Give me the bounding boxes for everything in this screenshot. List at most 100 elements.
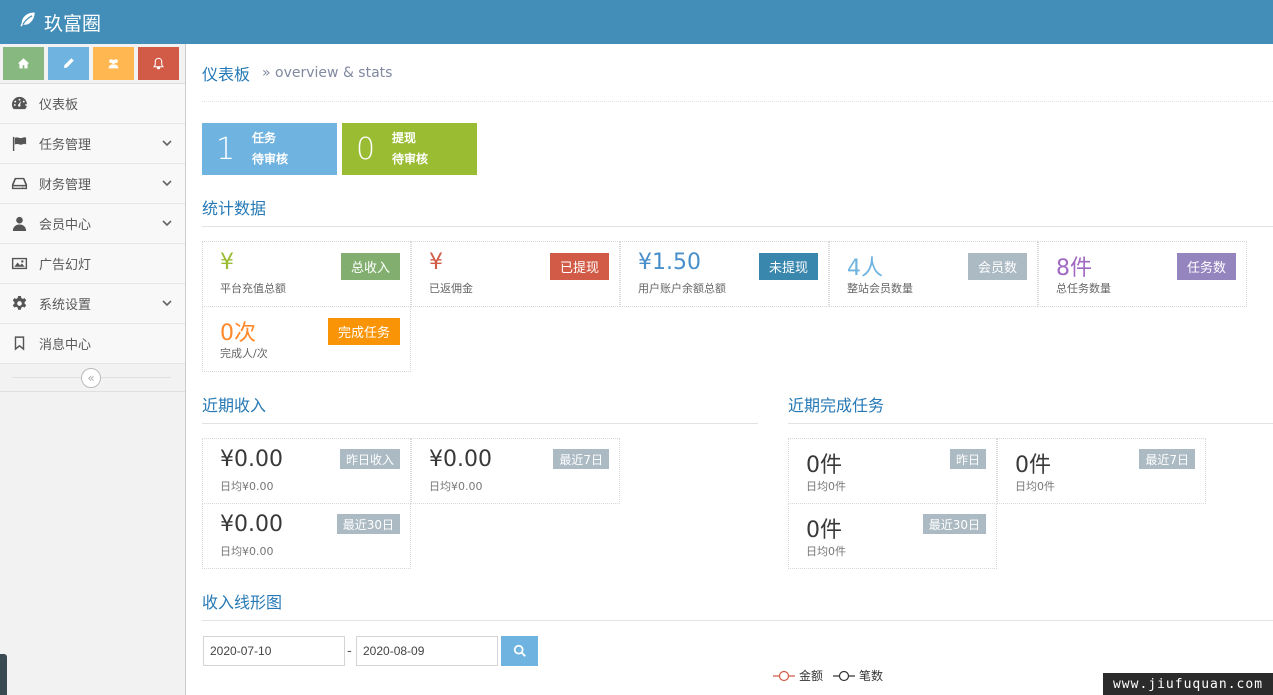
shortcut-pencil-button[interactable] bbox=[48, 47, 89, 80]
tasks-desc: 日均0件 bbox=[1015, 480, 1055, 493]
infobox-line2: 待审核 bbox=[392, 152, 429, 166]
stat-badge: 完成任务 bbox=[327, 318, 400, 345]
legend-label: 金额 bbox=[799, 669, 824, 683]
stat-desc: 用户账户余额总额 bbox=[638, 282, 726, 295]
hdd-icon bbox=[10, 175, 28, 193]
stat-badge: 未提现 bbox=[758, 253, 818, 280]
legend-item-amount[interactable]: 金额 bbox=[773, 667, 823, 684]
brand[interactable]: 玖富圈 bbox=[18, 9, 101, 36]
sidebar-item-label: 系统设置 bbox=[39, 298, 92, 313]
bell-icon bbox=[153, 57, 164, 70]
top-navbar: 玖富圈 bbox=[0, 0, 1273, 44]
infobox-line2: 待审核 bbox=[252, 152, 289, 166]
income-chart-title: 收入线形图 bbox=[202, 589, 1273, 621]
side-handle[interactable] bbox=[0, 654, 7, 695]
stat-desc: 平台充值总额 bbox=[220, 282, 286, 295]
stat-balance: ¥1.50 用户账户余额总额 未提现 bbox=[620, 241, 829, 307]
stat-value: ¥ bbox=[429, 250, 443, 275]
home-icon bbox=[17, 58, 30, 69]
infobox-text: 提现 待审核 bbox=[392, 128, 428, 170]
sidebar-collapse-bar: « bbox=[0, 364, 185, 392]
end-date-input[interactable]: 2020-08-09 bbox=[356, 636, 498, 666]
stats-section-title: 统计数据 bbox=[202, 195, 1273, 227]
shortcut-bell-button[interactable] bbox=[138, 47, 179, 80]
stat-value: ¥1.50 bbox=[638, 250, 701, 275]
tasks-tag: 最近30日 bbox=[922, 514, 986, 534]
chevron-down-icon bbox=[161, 177, 173, 189]
tasks-30days: 0件 日均0件 最近30日 bbox=[788, 503, 997, 569]
legend-marker-amount bbox=[773, 670, 795, 681]
main-content: 仪表板 » overview & stats 1 任务 待审核 0 提现 待审核… bbox=[186, 44, 1273, 695]
stat-desc: 已返佣金 bbox=[429, 282, 473, 295]
sidebar-item-finance[interactable]: 财务管理 bbox=[0, 164, 185, 204]
infobox-number: 0 bbox=[356, 131, 376, 167]
tasks-value: 0件 bbox=[1015, 453, 1051, 478]
sidebar-item-members[interactable]: 会员中心 bbox=[0, 204, 185, 244]
cog-icon bbox=[10, 295, 28, 313]
stat-badge: 会员数 bbox=[967, 253, 1027, 280]
stat-badge: 总收入 bbox=[340, 253, 400, 280]
tasks-desc: 日均0件 bbox=[806, 480, 846, 493]
pending-tasks-infobox[interactable]: 1 任务 待审核 bbox=[202, 123, 337, 175]
shortcut-home-button[interactable] bbox=[3, 47, 44, 80]
income-30days: ¥0.00 日均¥0.00 最近30日 bbox=[202, 503, 411, 569]
tasks-tag: 昨日 bbox=[949, 449, 986, 469]
sidebar-item-label: 消息中心 bbox=[39, 338, 92, 353]
page-subtitle: » overview & stats bbox=[262, 64, 393, 81]
sidebar-item-label: 仪表板 bbox=[39, 98, 79, 113]
tasks-value: 0件 bbox=[806, 518, 842, 543]
infobox-text: 任务 待审核 bbox=[252, 128, 288, 170]
infobox-number: 1 bbox=[216, 131, 236, 167]
search-button[interactable] bbox=[501, 636, 538, 666]
legend-item-count[interactable]: 笔数 bbox=[833, 667, 883, 684]
date-separator: - bbox=[347, 644, 352, 659]
legend-label: 笔数 bbox=[859, 669, 884, 683]
income-desc: 日均¥0.00 bbox=[429, 480, 483, 493]
income-tag: 最近7日 bbox=[553, 449, 609, 469]
watermark: www.jiufuquan.com bbox=[1103, 673, 1273, 695]
sidebar-item-messages[interactable]: 消息中心 bbox=[0, 324, 185, 364]
stat-withdrawn: ¥ 已返佣金 已提现 bbox=[411, 241, 620, 307]
sidebar-collapse-button[interactable]: « bbox=[81, 368, 101, 388]
tasks-yesterday: 0件 日均0件 昨日 bbox=[788, 438, 997, 504]
sidebar-item-label: 任务管理 bbox=[39, 138, 92, 153]
chevron-down-icon bbox=[161, 137, 173, 149]
page-title: 仪表板 bbox=[202, 64, 251, 84]
income-7days: ¥0.00 日均¥0.00 最近7日 bbox=[411, 438, 620, 504]
pending-withdraw-infobox[interactable]: 0 提现 待审核 bbox=[342, 123, 477, 175]
stat-value: 4人 bbox=[847, 256, 883, 281]
shortcut-users-button[interactable] bbox=[93, 47, 134, 80]
sidebar: 仪表板 任务管理 财务管理 会员中心 广告幻灯 系统设置 消息中心 « bbox=[0, 44, 186, 695]
infobox-line1: 任务 bbox=[252, 131, 277, 145]
page-header: 仪表板 » overview & stats bbox=[202, 44, 1273, 102]
double-chevron-left-icon: « bbox=[87, 371, 95, 385]
sidebar-item-system-settings[interactable]: 系统设置 bbox=[0, 284, 185, 324]
chart-legend: 金额 笔数 bbox=[773, 667, 883, 684]
stat-badge: 任务数 bbox=[1176, 253, 1236, 280]
sidebar-item-dashboard[interactable]: 仪表板 bbox=[0, 84, 185, 124]
stat-total-income: ¥ 平台充值总额 总收入 bbox=[202, 241, 411, 307]
income-yesterday: ¥0.00 日均¥0.00 昨日收入 bbox=[202, 438, 411, 504]
tasks-tag: 最近7日 bbox=[1139, 449, 1195, 469]
income-desc: 日均¥0.00 bbox=[220, 480, 274, 493]
dashboard-icon bbox=[10, 95, 28, 113]
stat-badge: 已提现 bbox=[549, 253, 609, 280]
start-date-input[interactable]: 2020-07-10 bbox=[203, 636, 345, 666]
flag-icon bbox=[10, 135, 28, 153]
pencil-icon bbox=[64, 58, 74, 68]
stat-tasks: 8件 总任务数量 任务数 bbox=[1038, 241, 1247, 307]
user-icon bbox=[10, 215, 28, 233]
tasks-7days: 0件 日均0件 最近7日 bbox=[997, 438, 1206, 504]
income-value: ¥0.00 bbox=[429, 447, 492, 472]
picture-icon bbox=[10, 255, 28, 273]
income-desc: 日均¥0.00 bbox=[220, 545, 274, 558]
stat-desc: 完成人/次 bbox=[220, 347, 268, 360]
brand-name: 玖富圈 bbox=[44, 12, 102, 35]
sidebar-item-task-management[interactable]: 任务管理 bbox=[0, 124, 185, 164]
infobox-line1: 提现 bbox=[392, 131, 417, 145]
chevron-down-icon bbox=[161, 217, 173, 229]
income-tag: 最近30日 bbox=[336, 514, 400, 534]
sidebar-shortcuts bbox=[0, 44, 185, 84]
stat-desc: 整站会员数量 bbox=[847, 282, 913, 295]
sidebar-item-ad-slides[interactable]: 广告幻灯 bbox=[0, 244, 185, 284]
